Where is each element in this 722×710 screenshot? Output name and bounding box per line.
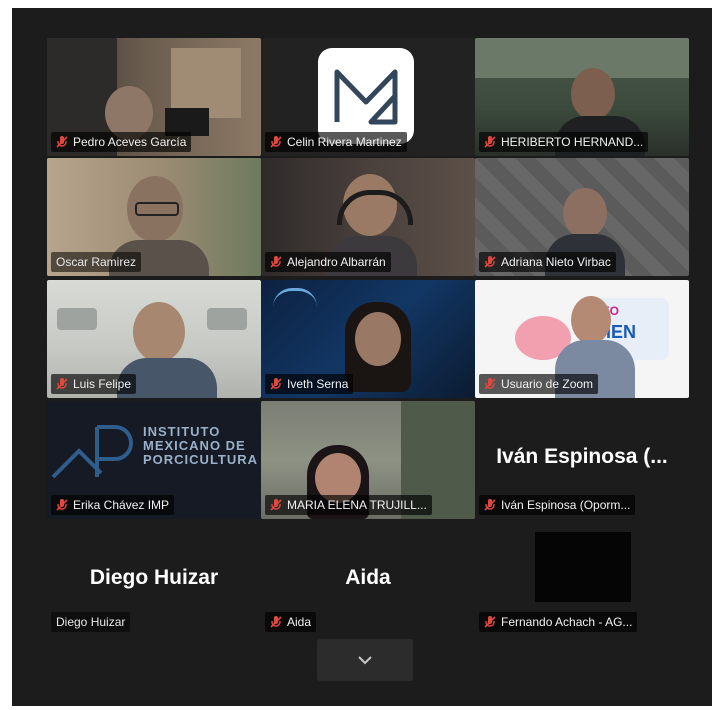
mic-muted-icon: [56, 136, 68, 148]
participant-tile[interactable]: Aida Aida: [261, 522, 475, 640]
participant-name-label: Oscar Ramirez: [51, 252, 142, 272]
participant-name: Usuario de Zoom: [501, 377, 594, 391]
participant-tile[interactable]: Adriana Nieto Virbac: [475, 158, 689, 276]
participant-name-label: Usuario de Zoom: [479, 374, 599, 394]
participant-video-dark: [535, 532, 631, 602]
participant-name: Aida: [287, 615, 312, 629]
mic-muted-icon: [270, 616, 282, 628]
mic-muted-icon: [484, 616, 496, 628]
participant-tile[interactable]: Alejandro Albarrán: [261, 158, 475, 276]
participant-name: Iveth Serna: [287, 377, 349, 391]
participant-name: Luis Felipe: [73, 377, 132, 391]
participant-name: MARIA ELENA TRUJILL...: [287, 498, 427, 512]
participant-tile[interactable]: Celin Rivera Martinez: [261, 38, 475, 156]
mic-muted-icon: [270, 499, 282, 511]
participant-tile[interactable]: Iván Espinosa (... Iván Espinosa (Oporm.…: [475, 401, 689, 519]
participant-name-label: Fernando Achach - AG...: [479, 612, 638, 632]
chevron-down-icon: [358, 656, 372, 665]
participant-name-label: Alejandro Albarrán: [265, 252, 391, 272]
participant-name: Erika Chávez IMP: [73, 498, 170, 512]
participant-name-label: HERIBERTO HERNAND...: [479, 132, 649, 152]
participant-name: HERIBERTO HERNAND...: [501, 135, 644, 149]
logo-text: INSTITUTO: [143, 424, 221, 439]
mic-muted-icon: [56, 378, 68, 390]
participant-name-label: Erika Chávez IMP: [51, 495, 175, 515]
participant-tile[interactable]: Pedro Aceves García: [47, 38, 261, 156]
mic-muted-icon: [484, 378, 496, 390]
show-more-participants-button[interactable]: [317, 639, 413, 681]
participant-name: Fernando Achach - AG...: [501, 615, 633, 629]
video-gallery: Pedro Aceves García Celin Rivera Martine…: [12, 8, 712, 706]
participant-name-label: MARIA ELENA TRUJILL...: [265, 495, 432, 515]
participant-name-label: Luis Felipe: [51, 374, 137, 394]
participant-name: Adriana Nieto Virbac: [501, 255, 611, 269]
participant-name: Oscar Ramirez: [56, 255, 137, 269]
participant-tile[interactable]: HERIBERTO HERNAND...: [475, 38, 689, 156]
participant-tile[interactable]: INSTITUTO MEXICANO DE PORCICULTURA Erika…: [47, 401, 261, 519]
participant-tile[interactable]: Fernando Achach - AG...: [475, 522, 689, 640]
participant-name: Diego Huizar: [56, 615, 126, 629]
mic-muted-icon: [270, 378, 282, 390]
participant-display-name: Iván Espinosa (...: [496, 445, 668, 468]
mic-muted-icon: [484, 256, 496, 268]
mic-muted-icon: [270, 256, 282, 268]
participant-name-label: Celin Rivera Martinez: [265, 132, 407, 152]
imp-logo-icon: [51, 425, 133, 479]
participant-tile[interactable]: Iveth Serna: [261, 280, 475, 398]
logo-text: MEXICANO DE: [143, 438, 246, 453]
participant-tile[interactable]: DEO BIEN Usuario de Zoom: [475, 280, 689, 398]
mic-muted-icon: [270, 136, 282, 148]
participant-display-name: Aida: [345, 566, 391, 589]
mic-muted-icon: [484, 499, 496, 511]
mic-muted-icon: [56, 499, 68, 511]
participant-name-label: Diego Huizar: [51, 612, 131, 632]
m-logo-icon: [334, 69, 398, 125]
participant-name-label: Iveth Serna: [265, 374, 354, 394]
participant-name: Celin Rivera Martinez: [287, 135, 402, 149]
participant-name-label: Adriana Nieto Virbac: [479, 252, 616, 272]
participant-name-label: Pedro Aceves García: [51, 132, 192, 152]
participant-tile[interactable]: MARIA ELENA TRUJILL...: [261, 401, 475, 519]
participant-name-label: Iván Espinosa (Oporm...: [479, 495, 636, 515]
participant-name: Alejandro Albarrán: [287, 255, 386, 269]
participant-name-label: Aida: [265, 612, 317, 632]
participant-tile[interactable]: Diego Huizar Diego Huizar: [47, 522, 261, 640]
mic-muted-icon: [484, 136, 496, 148]
participant-tile-active-speaker[interactable]: Oscar Ramirez: [47, 158, 261, 276]
participant-display-name: Diego Huizar: [89, 566, 219, 589]
participant-name: Pedro Aceves García: [73, 135, 187, 149]
participant-tile[interactable]: Luis Felipe: [47, 280, 261, 398]
participant-name: Iván Espinosa (Oporm...: [501, 498, 631, 512]
logo-text: PORCICULTURA: [143, 452, 259, 467]
